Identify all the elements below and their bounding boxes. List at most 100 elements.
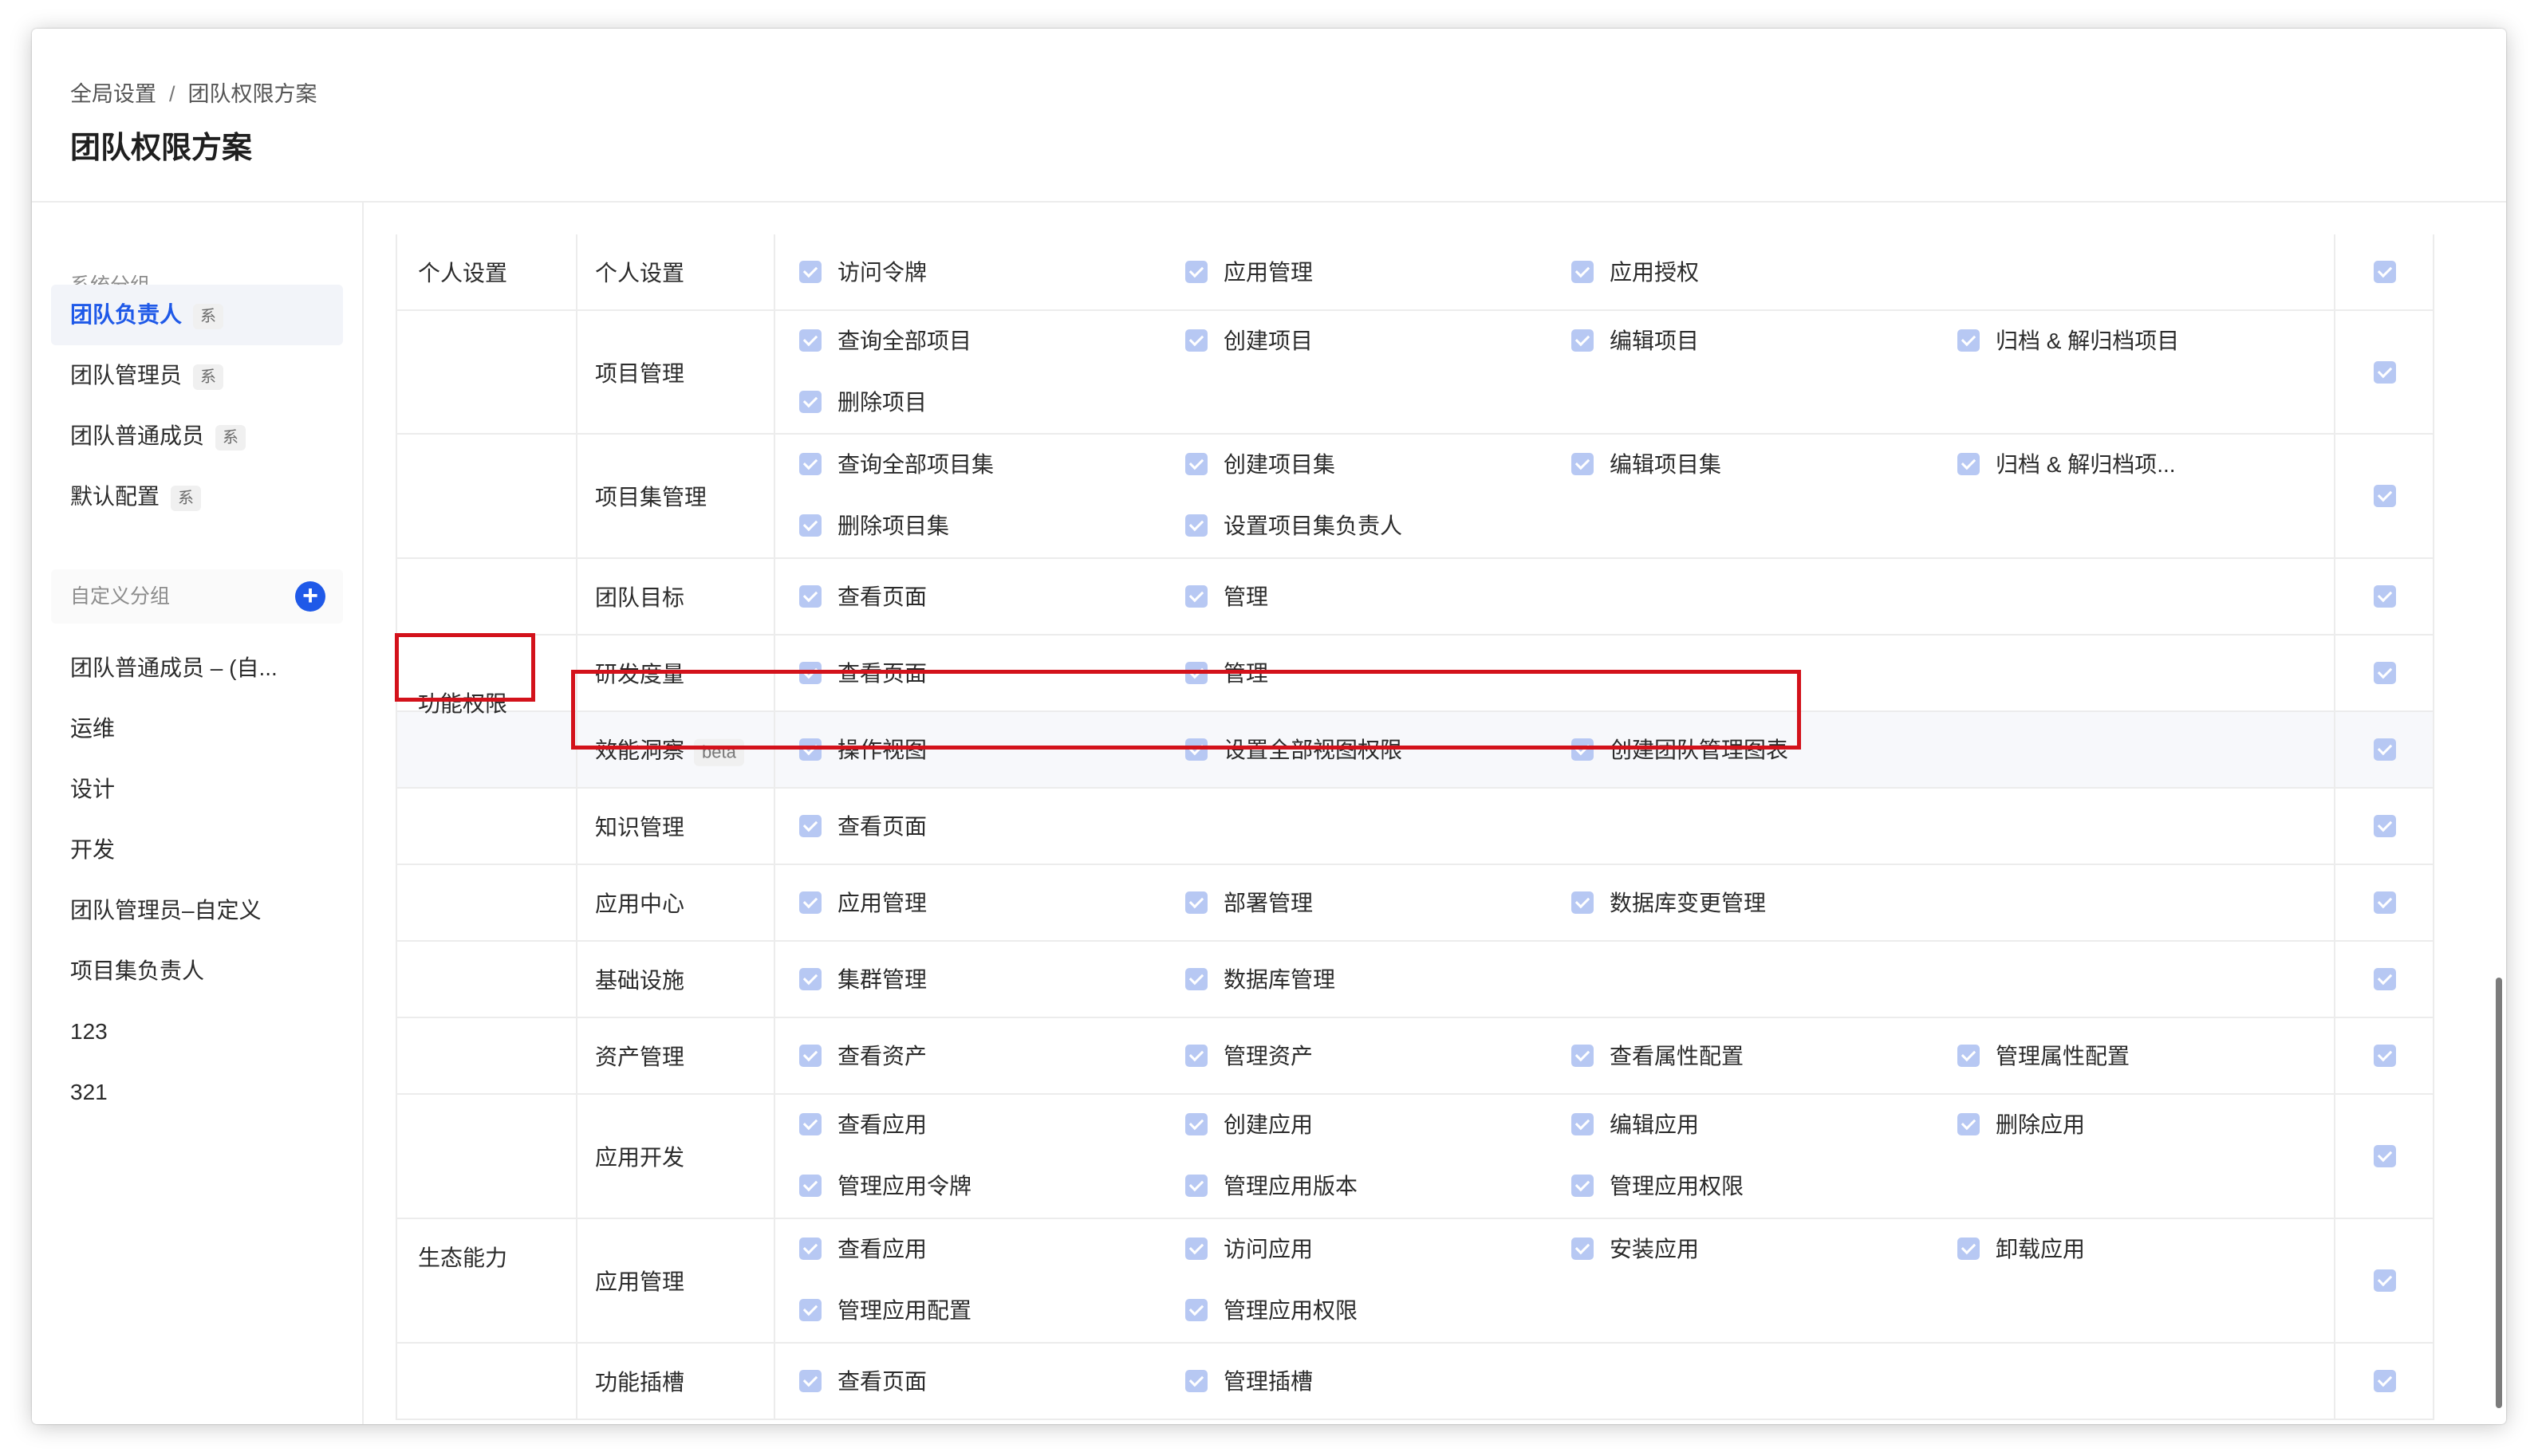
permission-item[interactable]: 管理资产	[1185, 1042, 1313, 1071]
sidebar-item-custom[interactable]: 开发	[51, 820, 343, 880]
permission-checkbox[interactable]	[1571, 329, 1594, 352]
permission-item[interactable]: 管理插槽	[1185, 1367, 1313, 1396]
permission-checkbox[interactable]	[799, 1237, 822, 1260]
permission-checkbox[interactable]	[1571, 452, 1594, 475]
scrollbar[interactable]	[2496, 978, 2502, 1408]
sidebar-item-custom[interactable]: 123	[51, 1001, 343, 1062]
permission-checkbox[interactable]	[1185, 1174, 1208, 1197]
permission-checkbox[interactable]	[799, 452, 822, 475]
permission-checkbox[interactable]	[1571, 891, 1594, 914]
permission-checkbox[interactable]	[799, 967, 822, 990]
permission-item[interactable]: 访问应用	[1185, 1235, 1313, 1264]
permission-item[interactable]: 编辑应用	[1571, 1111, 1699, 1139]
row-select-all-checkbox[interactable]	[2374, 485, 2396, 507]
permission-checkbox[interactable]	[1957, 452, 1980, 475]
permission-item[interactable]: 访问令牌	[799, 258, 927, 287]
sidebar-item-system[interactable]: 团队普通成员系	[51, 406, 343, 466]
permission-checkbox[interactable]	[799, 584, 822, 608]
permission-item[interactable]: 创建应用	[1185, 1111, 1313, 1139]
permission-checkbox[interactable]	[1185, 452, 1208, 475]
row-select-all-checkbox[interactable]	[2374, 261, 2396, 283]
permission-item[interactable]: 查看页面	[799, 583, 927, 612]
permission-item[interactable]: 删除项目	[799, 388, 927, 417]
row-select-all-checkbox[interactable]	[2374, 1045, 2396, 1067]
permission-checkbox[interactable]	[1185, 1369, 1208, 1392]
permission-item[interactable]: 数据库管理	[1185, 966, 1335, 994]
permission-checkbox[interactable]	[799, 329, 822, 352]
permission-item[interactable]: 管理应用版本	[1185, 1172, 1358, 1201]
permission-checkbox[interactable]	[799, 1174, 822, 1197]
permission-item[interactable]: 创建项目集	[1185, 451, 1335, 479]
permission-checkbox[interactable]	[1957, 329, 1980, 352]
permission-item[interactable]: 应用管理	[1185, 258, 1313, 287]
permission-item[interactable]: 管理应用令牌	[799, 1172, 971, 1201]
permission-item[interactable]: 查询全部项目	[799, 327, 971, 356]
permission-checkbox[interactable]	[1185, 260, 1208, 283]
sidebar-item-custom[interactable]: 团队普通成员 – (自...	[51, 638, 343, 698]
permission-item[interactable]: 部署管理	[1185, 889, 1313, 918]
permission-checkbox[interactable]	[1571, 260, 1594, 283]
permission-checkbox[interactable]	[1185, 584, 1208, 608]
permission-item[interactable]: 删除项目集	[799, 512, 949, 541]
permission-checkbox[interactable]	[799, 260, 822, 283]
permission-item[interactable]: 归档 & 解归档项...	[1957, 451, 2176, 479]
permission-item[interactable]: 设置项目集负责人	[1185, 512, 1402, 541]
permission-item[interactable]: 查询全部项目集	[799, 451, 994, 479]
permission-item[interactable]: 编辑项目集	[1571, 451, 1721, 479]
permission-checkbox[interactable]	[1185, 1237, 1208, 1260]
row-select-all-checkbox[interactable]	[2374, 1145, 2396, 1167]
row-select-all-checkbox[interactable]	[2374, 360, 2396, 384]
permission-checkbox[interactable]	[1185, 1044, 1208, 1067]
permission-item[interactable]: 查看页面	[799, 1367, 927, 1396]
permission-checkbox[interactable]	[1957, 1112, 1980, 1135]
row-select-all-checkbox[interactable]	[2374, 585, 2396, 608]
permission-item[interactable]: 卸载应用	[1957, 1235, 2085, 1264]
permission-item[interactable]: 查看资产	[799, 1042, 927, 1071]
permission-item[interactable]: 删除应用	[1957, 1111, 2085, 1139]
permission-item[interactable]: 安装应用	[1571, 1235, 1699, 1264]
permission-item[interactable]: 管理属性配置	[1957, 1042, 2130, 1071]
permission-item[interactable]: 管理应用权限	[1185, 1297, 1358, 1325]
permission-checkbox[interactable]	[799, 1369, 822, 1392]
permission-checkbox[interactable]	[1571, 1044, 1594, 1067]
add-group-button[interactable]: +	[295, 581, 325, 612]
permission-checkbox[interactable]	[799, 814, 822, 837]
sidebar-item-system[interactable]: 团队管理员系	[51, 345, 343, 406]
permission-checkbox[interactable]	[799, 1298, 822, 1321]
sidebar-item-system[interactable]: 默认配置系	[51, 466, 343, 527]
breadcrumb-global-settings[interactable]: 全局设置	[70, 82, 156, 106]
permission-item[interactable]: 应用授权	[1571, 258, 1699, 287]
permission-checkbox[interactable]	[1185, 1298, 1208, 1321]
permission-checkbox[interactable]	[1185, 514, 1208, 537]
row-select-all-checkbox[interactable]	[2374, 815, 2396, 837]
permission-item[interactable]: 集群管理	[799, 966, 927, 994]
permission-item[interactable]: 查看属性配置	[1571, 1042, 1744, 1071]
sidebar-item-custom[interactable]: 设计	[51, 759, 343, 820]
permission-item[interactable]: 应用管理	[799, 889, 927, 918]
permission-item[interactable]: 归档 & 解归档项目	[1957, 327, 2179, 356]
permission-item[interactable]: 数据库变更管理	[1571, 889, 1766, 918]
permission-checkbox[interactable]	[1957, 1044, 1980, 1067]
permission-checkbox[interactable]	[1185, 967, 1208, 990]
permission-checkbox[interactable]	[799, 1112, 822, 1135]
permission-item[interactable]: 管理	[1185, 583, 1268, 612]
permission-checkbox[interactable]	[799, 390, 822, 413]
row-select-all-checkbox[interactable]	[2374, 1370, 2396, 1392]
row-select-all-checkbox[interactable]	[2374, 738, 2396, 761]
permission-item[interactable]: 查看应用	[799, 1111, 927, 1139]
permission-item[interactable]: 编辑项目	[1571, 327, 1699, 356]
sidebar-item-custom[interactable]: 321	[51, 1062, 343, 1123]
permission-checkbox[interactable]	[1185, 891, 1208, 914]
row-select-all-checkbox[interactable]	[2374, 1269, 2396, 1292]
permission-checkbox[interactable]	[1185, 329, 1208, 352]
permission-checkbox[interactable]	[799, 1044, 822, 1067]
permission-item[interactable]: 管理应用配置	[799, 1297, 971, 1325]
permission-checkbox[interactable]	[799, 891, 822, 914]
sidebar-item-custom[interactable]: 团队管理员–自定义	[51, 880, 343, 941]
permission-checkbox[interactable]	[1571, 1237, 1594, 1260]
permission-checkbox[interactable]	[1571, 1174, 1594, 1197]
permission-item[interactable]: 管理应用权限	[1571, 1172, 1744, 1201]
row-select-all-checkbox[interactable]	[2374, 891, 2396, 914]
permission-checkbox[interactable]	[1957, 1237, 1980, 1260]
permission-item[interactable]: 查看页面	[799, 813, 927, 841]
